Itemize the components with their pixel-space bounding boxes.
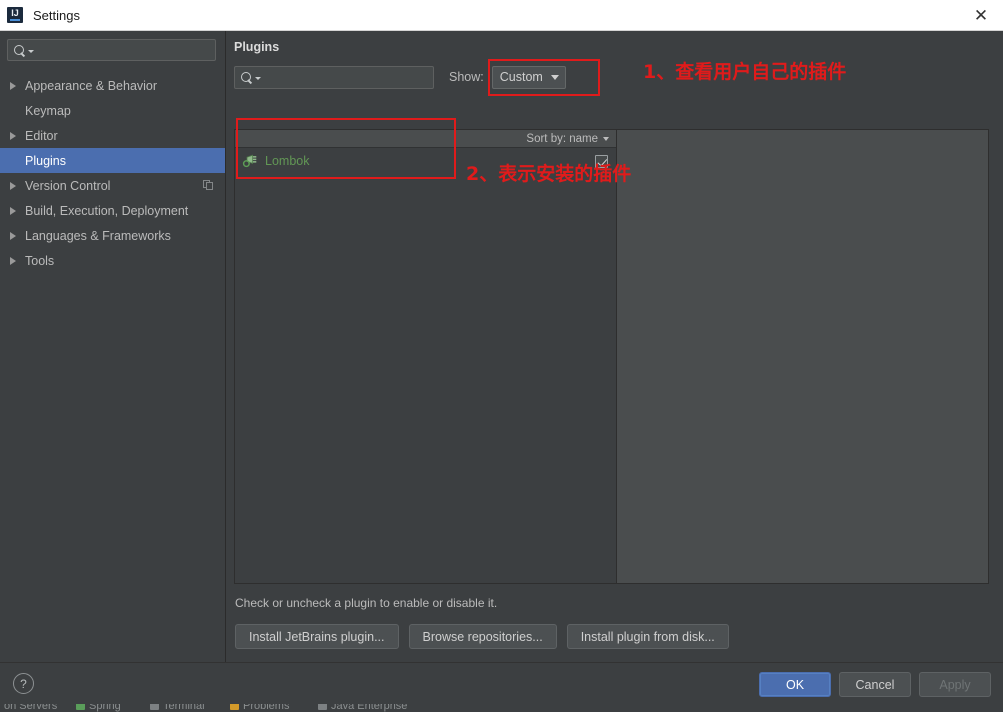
sort-by-label: Sort by: name xyxy=(526,132,598,145)
intellij-idea-icon xyxy=(7,7,23,23)
window-title-bar: Settings ✕ xyxy=(0,0,1003,31)
plugins-toolbar: Show: Custom xyxy=(234,65,989,89)
sidebar-item-label: Plugins xyxy=(25,153,66,168)
sidebar-item-build-execution-deployment[interactable]: Build, Execution, Deployment xyxy=(0,198,225,223)
tool-window-spring[interactable]: Spring xyxy=(76,704,121,712)
chevron-down-icon xyxy=(603,136,609,141)
sidebar-item-plugins[interactable]: Plugins xyxy=(0,148,225,173)
sidebar-item-version-control[interactable]: Version Control xyxy=(0,173,225,198)
sidebar-item-label: Keymap xyxy=(25,103,71,118)
show-filter-label: Show: xyxy=(449,70,484,84)
help-icon[interactable]: ? xyxy=(13,673,34,694)
sidebar-item-label: Appearance & Behavior xyxy=(25,78,158,93)
ide-tool-window-bar: on Servers Spring Terminal Problems Java… xyxy=(0,704,1003,712)
dialog-action-buttons: OK Cancel Apply xyxy=(759,672,991,697)
chevron-right-icon[interactable] xyxy=(10,231,16,240)
sidebar-item-editor[interactable]: Editor xyxy=(0,123,225,148)
tool-window-problems[interactable]: Problems xyxy=(230,704,289,712)
chevron-right-icon[interactable] xyxy=(10,181,16,190)
sidebar-item-label: Tools xyxy=(25,253,55,268)
plugin-plug-icon xyxy=(242,153,258,169)
copy-icon[interactable] xyxy=(203,180,214,191)
plugin-install-buttons: Install JetBrains plugin... Browse repos… xyxy=(235,624,729,649)
close-icon[interactable]: ✕ xyxy=(959,0,1003,30)
chevron-right-icon[interactable] xyxy=(10,256,16,265)
plugin-detail-pane xyxy=(617,130,988,583)
show-filter-value: Custom xyxy=(499,70,543,84)
search-icon xyxy=(240,71,253,84)
cancel-button[interactable]: Cancel xyxy=(839,672,911,697)
annotation-note-1: 1、查看用户自己的插件 xyxy=(643,61,847,83)
chevron-right-icon[interactable] xyxy=(10,206,16,215)
ok-button[interactable]: OK xyxy=(759,672,831,697)
browse-repositories-button[interactable]: Browse repositories... xyxy=(408,624,557,649)
plugins-split-pane: Sort by: name Lombok xyxy=(234,129,989,584)
annotation-note-2: 2、表示安装的插件 xyxy=(466,163,632,185)
settings-dialog-body: Appearance & Behavior Keymap Editor Plug… xyxy=(0,31,1003,662)
sidebar-item-languages-frameworks[interactable]: Languages & Frameworks xyxy=(0,223,225,248)
plugins-hint-text: Check or uncheck a plugin to enable or d… xyxy=(235,596,498,610)
settings-category-tree: Appearance & Behavior Keymap Editor Plug… xyxy=(0,31,226,662)
sidebar-item-appearance-behavior[interactable]: Appearance & Behavior xyxy=(0,73,225,98)
sidebar-item-label: Build, Execution, Deployment xyxy=(25,203,189,218)
plugin-list: Lombok xyxy=(235,148,616,583)
plugin-search-input[interactable] xyxy=(261,68,433,86)
settings-search-input[interactable] xyxy=(34,41,215,59)
tool-window-terminal[interactable]: Terminal xyxy=(150,704,205,712)
window-title: Settings xyxy=(33,7,80,23)
sidebar-item-label: Editor xyxy=(25,128,58,143)
apply-button[interactable]: Apply xyxy=(919,672,991,697)
chevron-right-icon[interactable] xyxy=(10,81,16,90)
sidebar-item-tools[interactable]: Tools xyxy=(0,248,225,273)
chevron-down-icon xyxy=(550,74,559,80)
install-jetbrains-plugin-button[interactable]: Install JetBrains plugin... xyxy=(235,624,399,649)
sidebar-item-keymap[interactable]: Keymap xyxy=(0,98,225,123)
sort-by-control[interactable]: Sort by: name xyxy=(235,130,616,148)
plugin-search-box[interactable] xyxy=(234,65,434,89)
show-filter-select[interactable]: Custom xyxy=(491,65,566,89)
tool-window-java-enterprise[interactable]: Java Enterprise xyxy=(318,704,407,712)
page-title: Plugins xyxy=(234,40,280,54)
tool-window-servers[interactable]: on Servers xyxy=(4,704,57,712)
install-plugin-from-disk-button[interactable]: Install plugin from disk... xyxy=(566,624,729,649)
plugins-settings-panel: Plugins Show: Custom Sort by: name Lombo… xyxy=(226,31,1003,662)
chevron-right-icon[interactable] xyxy=(10,131,16,140)
dialog-footer: ? OK Cancel Apply xyxy=(0,662,1003,704)
sidebar-item-label: Languages & Frameworks xyxy=(25,228,171,243)
sidebar-item-label: Version Control xyxy=(25,178,111,193)
settings-search-box[interactable] xyxy=(7,39,216,61)
plugin-list-column: Sort by: name Lombok xyxy=(235,130,617,583)
search-icon xyxy=(13,44,26,57)
